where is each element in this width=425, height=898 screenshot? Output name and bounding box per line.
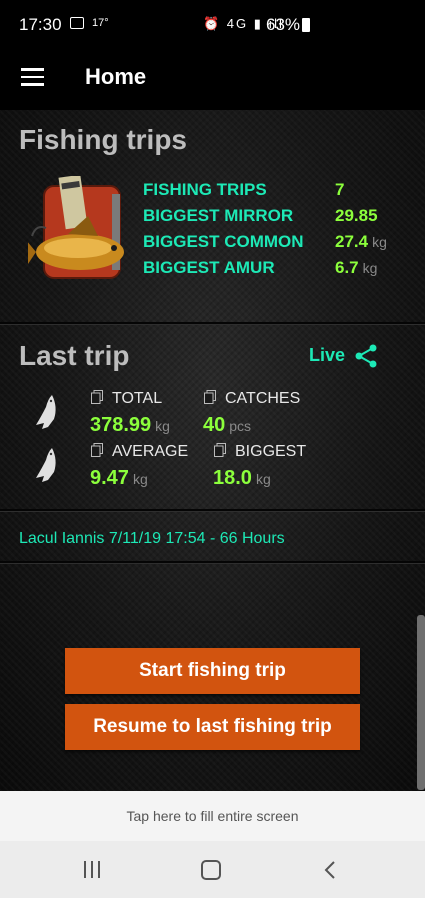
- app-logo-icon: [28, 176, 124, 279]
- start-fishing-trip-button[interactable]: Start fishing trip: [65, 648, 360, 694]
- section-divider: [0, 509, 425, 512]
- total-label: TOTAL: [112, 390, 163, 407]
- status-temperature: 17°: [92, 17, 109, 29]
- average-label: AVERAGE: [112, 443, 189, 460]
- stat-value-fishing-trips: 7: [335, 180, 345, 199]
- stat-label-biggest-amur: BIGGEST AMUR: [143, 258, 275, 277]
- battery-percent: 63%: [266, 15, 301, 34]
- system-nav-bar: [0, 841, 425, 898]
- section-divider: [0, 322, 425, 325]
- gallery-icon: [70, 17, 84, 29]
- fish-icon: [36, 448, 56, 482]
- section-divider: [0, 561, 425, 564]
- menu-icon[interactable]: [21, 68, 44, 86]
- fish-icon: [36, 395, 56, 429]
- last-trip-info[interactable]: Lacul Iannis 7/11/19 17:54 - 66 Hours: [19, 530, 285, 548]
- recent-apps-icon[interactable]: [84, 861, 102, 878]
- total-value: 378.99 kg: [90, 414, 170, 436]
- status-bar: 17:30 17° ⏰ 4G ▮ ıll 63%: [0, 0, 425, 52]
- resume-fishing-trip-button[interactable]: Resume to last fishing trip: [65, 704, 360, 750]
- biggest-value: 18.0 kg: [213, 467, 271, 489]
- back-icon[interactable]: [323, 861, 339, 879]
- stat-value-biggest-mirror: 29.85: [335, 206, 378, 225]
- biggest-label: BIGGEST: [235, 443, 307, 460]
- share-icon[interactable]: [354, 344, 378, 368]
- fill-screen-bar[interactable]: Tap here to fill entire screen: [0, 791, 425, 841]
- fishing-trips-heading: Fishing trips: [19, 124, 187, 155]
- app-bar: Home: [0, 52, 425, 110]
- home-icon[interactable]: [201, 860, 221, 880]
- last-trip-heading: Last trip: [19, 340, 130, 371]
- catches-label: CATCHES: [225, 390, 301, 407]
- stat-value-biggest-amur: 6.7 kg: [335, 258, 378, 277]
- copy-icon: [91, 443, 103, 457]
- catches-value: 40 pcs: [203, 414, 252, 436]
- copy-icon: [214, 443, 226, 457]
- status-time: 17:30: [19, 15, 62, 34]
- live-button[interactable]: Live: [309, 345, 345, 366]
- stat-label-fishing-trips: FISHING TRIPS: [143, 180, 267, 199]
- battery-icon: [302, 18, 310, 32]
- copy-icon: [91, 390, 103, 404]
- page-title: Home: [85, 64, 147, 89]
- copy-icon: [204, 390, 216, 404]
- stat-label-biggest-mirror: BIGGEST MIRROR: [143, 206, 294, 225]
- stat-label-biggest-common: BIGGEST COMMON: [143, 232, 304, 251]
- average-value: 9.47 kg: [90, 467, 148, 489]
- scrollbar[interactable]: [417, 615, 425, 790]
- stat-value-biggest-common: 27.4 kg: [335, 232, 387, 251]
